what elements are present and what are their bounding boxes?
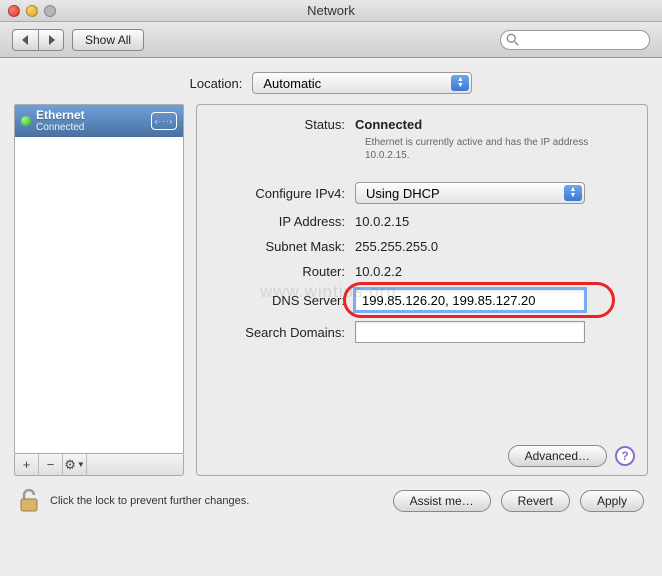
ip-value: 10.0.2.15 bbox=[355, 214, 409, 229]
status-dot-icon bbox=[21, 116, 31, 126]
subnet-value: 255.255.255.0 bbox=[355, 239, 438, 254]
location-select[interactable]: Automatic ▲▼ bbox=[252, 72, 472, 94]
search-domains-label: Search Domains: bbox=[215, 325, 355, 340]
add-connection-button[interactable]: + bbox=[15, 454, 39, 475]
dns-input[interactable] bbox=[355, 289, 585, 311]
chevron-updown-icon: ▲▼ bbox=[564, 185, 582, 201]
connection-list[interactable]: Ethernet Connected ‹···› bbox=[14, 104, 184, 454]
status-subtext: Ethernet is currently active and has the… bbox=[365, 136, 629, 162]
advanced-button[interactable]: Advanced… bbox=[508, 445, 607, 467]
remove-connection-button[interactable]: − bbox=[39, 454, 63, 475]
detail-panel: Status: Connected Ethernet is currently … bbox=[196, 104, 648, 476]
sidebar: Ethernet Connected ‹···› + − ⚙▼ bbox=[14, 104, 184, 476]
connection-name: Ethernet bbox=[36, 109, 151, 122]
status-value: Connected bbox=[355, 117, 422, 132]
forward-button[interactable] bbox=[38, 29, 64, 51]
window-title: Network bbox=[0, 3, 662, 18]
chevron-down-icon: ▼ bbox=[77, 460, 85, 469]
router-label: Router: bbox=[215, 264, 355, 279]
nav-segmented bbox=[12, 29, 64, 51]
location-value: Automatic bbox=[263, 76, 321, 91]
search-input[interactable] bbox=[500, 30, 650, 50]
back-button[interactable] bbox=[12, 29, 38, 51]
gear-button[interactable]: ⚙▼ bbox=[63, 454, 87, 475]
search-icon bbox=[506, 33, 520, 47]
dns-label: DNS Server: bbox=[215, 293, 355, 308]
connection-status: Connected bbox=[36, 122, 151, 133]
assist-button[interactable]: Assist me… bbox=[393, 490, 491, 512]
location-label: Location: bbox=[190, 76, 243, 91]
bottom-row: Click the lock to prevent further change… bbox=[0, 476, 662, 526]
search-domains-input[interactable] bbox=[355, 321, 585, 343]
show-all-button[interactable]: Show All bbox=[72, 29, 144, 51]
ip-label: IP Address: bbox=[215, 214, 355, 229]
connection-item[interactable]: Ethernet Connected ‹···› bbox=[15, 105, 183, 137]
revert-button[interactable]: Revert bbox=[501, 490, 570, 512]
toolbar: Show All bbox=[0, 22, 662, 58]
chevron-updown-icon: ▲▼ bbox=[451, 75, 469, 91]
configure-value: Using DHCP bbox=[366, 186, 440, 201]
subnet-label: Subnet Mask: bbox=[215, 239, 355, 254]
router-value: 10.0.2.2 bbox=[355, 264, 402, 279]
lock-icon[interactable] bbox=[18, 488, 40, 514]
gear-icon: ⚙ bbox=[64, 457, 76, 473]
ethernet-icon: ‹···› bbox=[151, 112, 177, 130]
sidebar-footer: + − ⚙▼ bbox=[14, 454, 184, 476]
lock-text: Click the lock to prevent further change… bbox=[50, 495, 383, 507]
status-label: Status: bbox=[215, 117, 355, 132]
configure-select[interactable]: Using DHCP ▲▼ bbox=[355, 182, 585, 204]
location-row: Location: Automatic ▲▼ bbox=[0, 58, 662, 104]
help-button[interactable]: ? bbox=[615, 446, 635, 466]
configure-label: Configure IPv4: bbox=[215, 186, 355, 201]
titlebar: Network bbox=[0, 0, 662, 22]
apply-button[interactable]: Apply bbox=[580, 490, 644, 512]
connection-text: Ethernet Connected bbox=[36, 109, 151, 133]
search-wrap bbox=[500, 30, 650, 50]
